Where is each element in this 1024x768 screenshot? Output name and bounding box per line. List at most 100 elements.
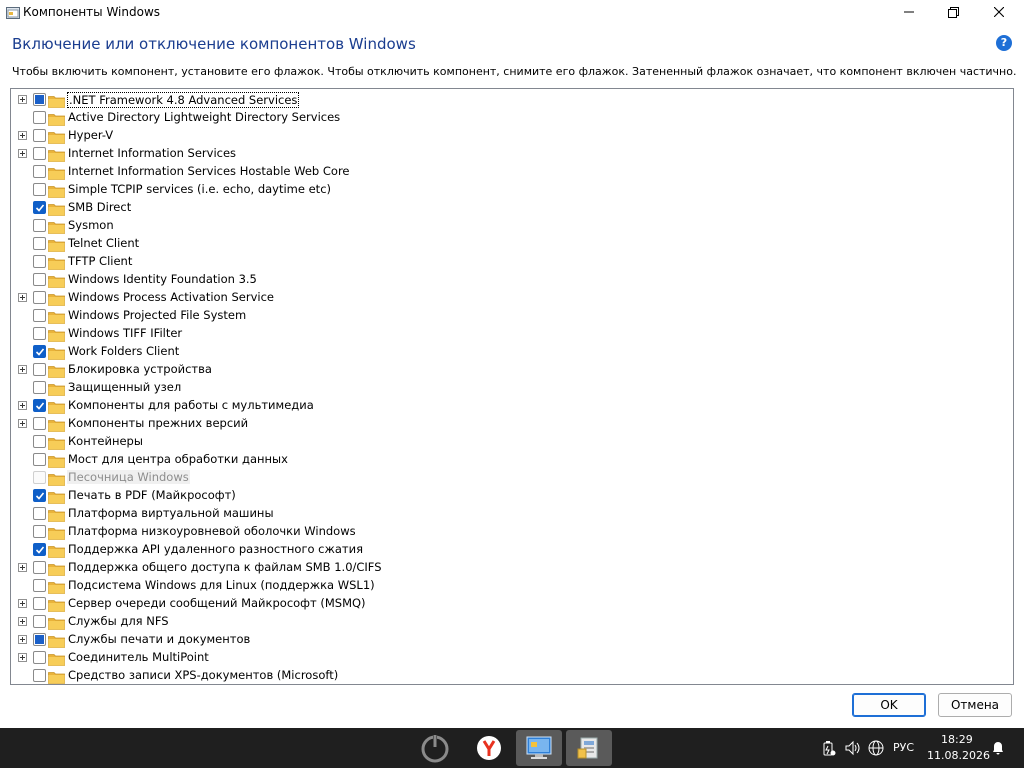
feature-row[interactable]: Песочница Windows xyxy=(11,468,1011,486)
feature-row[interactable]: Поддержка API удаленного разностного сжа… xyxy=(11,540,1011,558)
feature-row[interactable]: Мост для центра обработки данных xyxy=(11,450,1011,468)
feature-checkbox[interactable] xyxy=(33,147,46,160)
taskbar-control-panel[interactable] xyxy=(516,730,562,766)
features-tree[interactable]: .NET Framework 4.8 Advanced Services Acti… xyxy=(10,88,1014,685)
feature-checkbox[interactable] xyxy=(33,111,46,124)
feature-checkbox[interactable] xyxy=(33,381,46,394)
expand-icon[interactable] xyxy=(18,419,27,428)
feature-row[interactable]: Sysmon xyxy=(11,216,1011,234)
feature-checkbox[interactable] xyxy=(33,183,46,196)
feature-checkbox[interactable] xyxy=(33,525,46,538)
feature-row[interactable]: Internet Information Services Hostable W… xyxy=(11,162,1011,180)
feature-checkbox[interactable] xyxy=(33,579,46,592)
feature-row[interactable]: Telnet Client xyxy=(11,234,1011,252)
feature-checkbox[interactable] xyxy=(33,615,46,628)
expand-icon[interactable] xyxy=(18,617,27,626)
taskbar-power[interactable] xyxy=(412,730,458,766)
feature-checkbox[interactable] xyxy=(33,165,46,178)
feature-row[interactable]: Платформа низкоуровневой оболочки Window… xyxy=(11,522,1011,540)
feature-row[interactable]: Internet Information Services xyxy=(11,144,1011,162)
feature-checkbox[interactable] xyxy=(33,561,46,574)
feature-label: Windows TIFF IFilter xyxy=(68,326,183,340)
feature-row[interactable]: Windows Process Activation Service xyxy=(11,288,1011,306)
help-icon[interactable]: ? xyxy=(996,35,1012,51)
folder-icon xyxy=(48,561,65,576)
feature-checkbox[interactable] xyxy=(33,93,46,106)
feature-row[interactable]: Windows TIFF IFilter xyxy=(11,324,1011,342)
feature-row[interactable]: Поддержка общего доступа к файлам SMB 1.… xyxy=(11,558,1011,576)
feature-row[interactable]: Компоненты прежних версий xyxy=(11,414,1011,432)
feature-row[interactable]: Work Folders Client xyxy=(11,342,1011,360)
feature-row[interactable]: Компоненты для работы с мультимедиа xyxy=(11,396,1011,414)
feature-checkbox[interactable] xyxy=(33,309,46,322)
network-globe-icon[interactable] xyxy=(867,739,885,761)
expand-icon[interactable] xyxy=(18,149,27,158)
expand-icon[interactable] xyxy=(18,95,27,104)
battery-icon[interactable] xyxy=(822,740,836,760)
expand-icon[interactable] xyxy=(18,599,27,608)
feature-checkbox[interactable] xyxy=(33,201,46,214)
taskbar-yandex-browser[interactable] xyxy=(466,730,512,766)
notifications-bell-icon[interactable] xyxy=(990,740,1006,760)
expand-icon[interactable] xyxy=(18,293,27,302)
maximize-button[interactable] xyxy=(930,0,976,24)
ok-button[interactable]: OK xyxy=(852,693,926,717)
feature-checkbox[interactable] xyxy=(33,597,46,610)
feature-row[interactable]: Защищенный узел xyxy=(11,378,1011,396)
close-button[interactable] xyxy=(976,0,1022,24)
title-bar[interactable]: Компоненты Windows xyxy=(0,0,1024,26)
feature-label: Active Directory Lightweight Directory S… xyxy=(68,110,341,124)
feature-checkbox[interactable] xyxy=(33,543,46,556)
feature-checkbox[interactable] xyxy=(33,291,46,304)
feature-row[interactable]: Средство записи XPS-документов (Microsof… xyxy=(11,666,1011,684)
feature-row[interactable]: Active Directory Lightweight Directory S… xyxy=(11,108,1011,126)
feature-row[interactable]: TFTP Client xyxy=(11,252,1011,270)
feature-row[interactable]: Сервер очереди сообщений Майкрософт (MSM… xyxy=(11,594,1011,612)
feature-checkbox[interactable] xyxy=(33,399,46,412)
expand-icon[interactable] xyxy=(18,401,27,410)
feature-checkbox[interactable] xyxy=(33,327,46,340)
feature-row[interactable]: Контейнеры xyxy=(11,432,1011,450)
minimize-button[interactable] xyxy=(886,0,932,24)
feature-row[interactable]: Соединитель MultiPoint xyxy=(11,648,1011,666)
feature-checkbox[interactable] xyxy=(33,237,46,250)
feature-checkbox[interactable] xyxy=(33,489,46,502)
expand-icon[interactable] xyxy=(18,563,27,572)
volume-icon[interactable] xyxy=(844,740,862,760)
expand-icon[interactable] xyxy=(18,653,27,662)
feature-row[interactable]: Службы для NFS xyxy=(11,612,1011,630)
feature-checkbox[interactable] xyxy=(33,363,46,376)
feature-row[interactable]: SMB Direct xyxy=(11,198,1011,216)
taskbar-windows-features[interactable] xyxy=(566,730,612,766)
expand-icon[interactable] xyxy=(18,365,27,374)
language-indicator[interactable]: РУС xyxy=(893,741,914,754)
feature-checkbox[interactable] xyxy=(33,435,46,448)
feature-checkbox[interactable] xyxy=(33,651,46,664)
feature-checkbox[interactable] xyxy=(33,417,46,430)
cancel-button[interactable]: Отмена xyxy=(938,693,1012,717)
expand-icon[interactable] xyxy=(18,131,27,140)
feature-row[interactable]: Подсистема Windows для Linux (поддержка … xyxy=(11,576,1011,594)
clock-time[interactable]: 18:29 xyxy=(941,733,973,746)
feature-checkbox[interactable] xyxy=(33,219,46,232)
feature-row[interactable]: Печать в PDF (Майкрософт) xyxy=(11,486,1011,504)
feature-row[interactable]: Windows Projected File System xyxy=(11,306,1011,324)
feature-row[interactable]: Windows Identity Foundation 3.5 xyxy=(11,270,1011,288)
clock-date[interactable]: 11.08.2026 xyxy=(927,749,990,762)
feature-checkbox[interactable] xyxy=(33,129,46,142)
feature-checkbox[interactable] xyxy=(33,669,46,682)
feature-row[interactable]: Службы печати и документов xyxy=(11,630,1011,648)
feature-checkbox[interactable] xyxy=(33,453,46,466)
feature-row[interactable]: Блокировка устройства xyxy=(11,360,1011,378)
folder-icon xyxy=(48,237,65,252)
expand-icon[interactable] xyxy=(18,635,27,644)
feature-row[interactable]: Hyper-V xyxy=(11,126,1011,144)
feature-checkbox[interactable] xyxy=(33,507,46,520)
feature-checkbox[interactable] xyxy=(33,345,46,358)
feature-checkbox[interactable] xyxy=(33,273,46,286)
feature-row[interactable]: Simple TCPIP services (i.e. echo, daytim… xyxy=(11,180,1011,198)
feature-checkbox[interactable] xyxy=(33,633,46,646)
feature-row[interactable]: .NET Framework 4.8 Advanced Services xyxy=(11,90,1011,108)
feature-row[interactable]: Платформа виртуальной машины xyxy=(11,504,1011,522)
feature-checkbox[interactable] xyxy=(33,255,46,268)
